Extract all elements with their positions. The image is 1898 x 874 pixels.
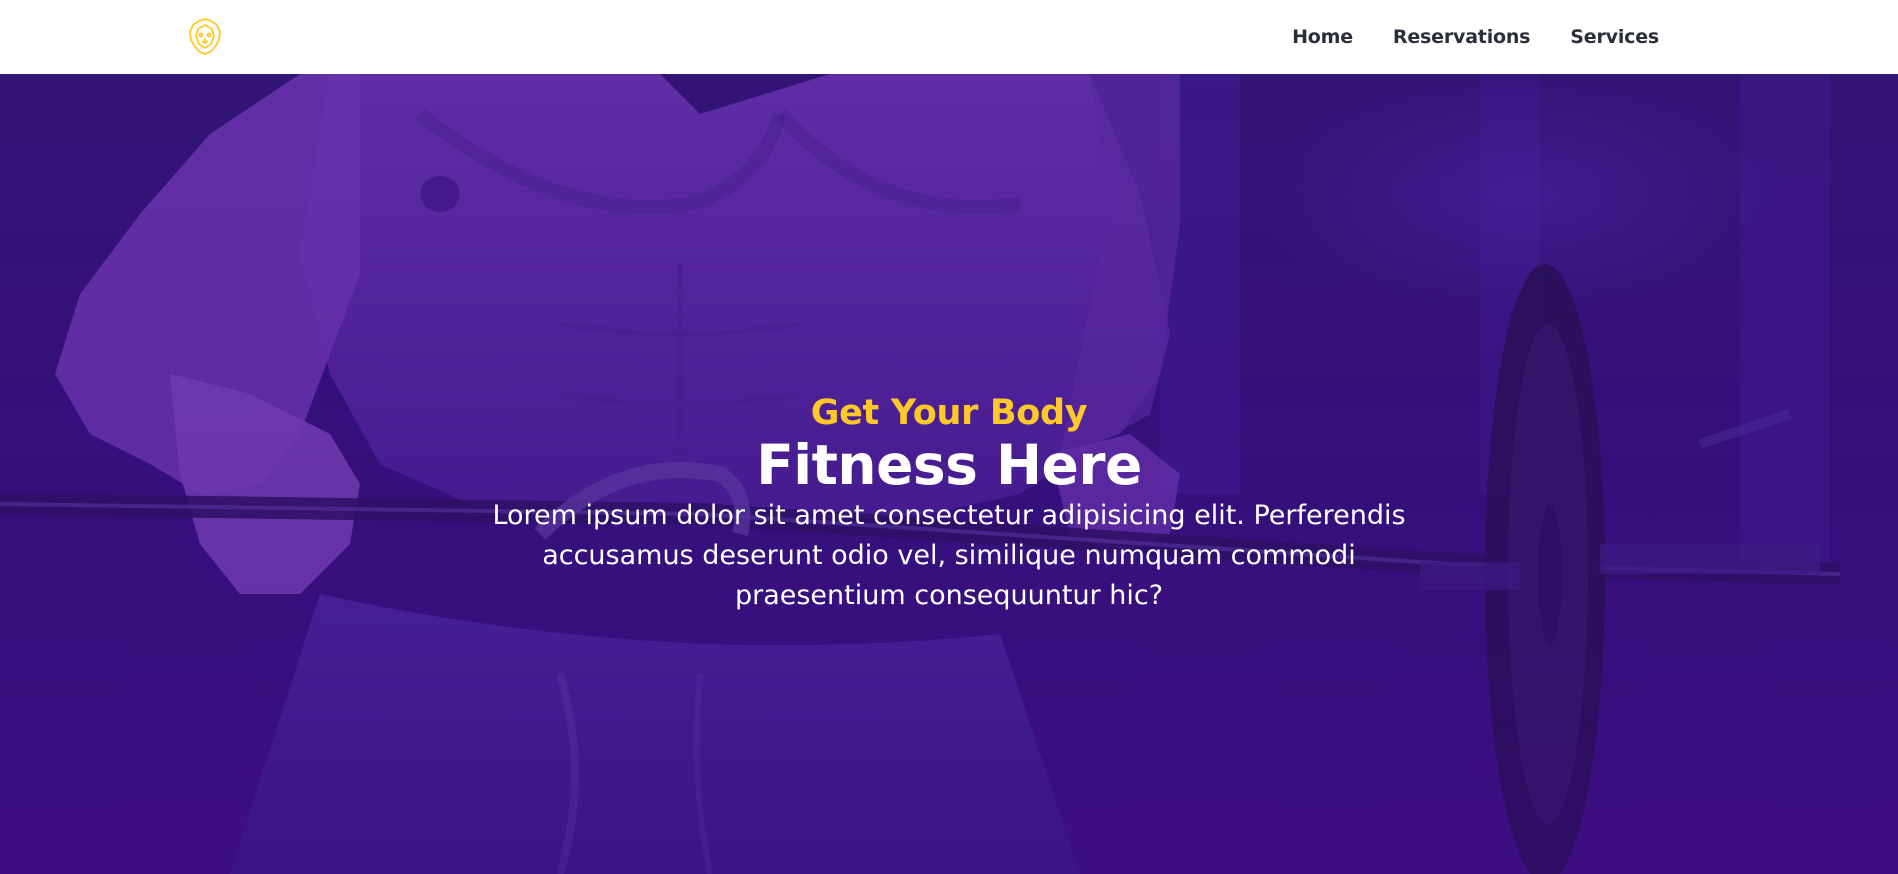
- hero-subtitle: Get Your Body: [810, 393, 1088, 433]
- hero-section: Get Your Body Fitness Here Lorem ipsum d…: [0, 74, 1898, 874]
- hero-description: Lorem ipsum dolor sit amet consectetur a…: [492, 500, 1406, 611]
- site-header: Home Reservations Services: [0, 0, 1898, 74]
- hero-title: Fitness Here: [756, 433, 1142, 497]
- nav-link-services[interactable]: Services: [1570, 26, 1659, 48]
- main-nav: Home Reservations Services: [1292, 0, 1659, 74]
- hero-content: Get Your Body Fitness Here Lorem ipsum d…: [449, 392, 1449, 616]
- nav-link-reservations[interactable]: Reservations: [1393, 26, 1531, 48]
- logo-link[interactable]: [188, 17, 222, 55]
- nav-link-home[interactable]: Home: [1292, 26, 1353, 48]
- lion-head-icon: [189, 18, 221, 55]
